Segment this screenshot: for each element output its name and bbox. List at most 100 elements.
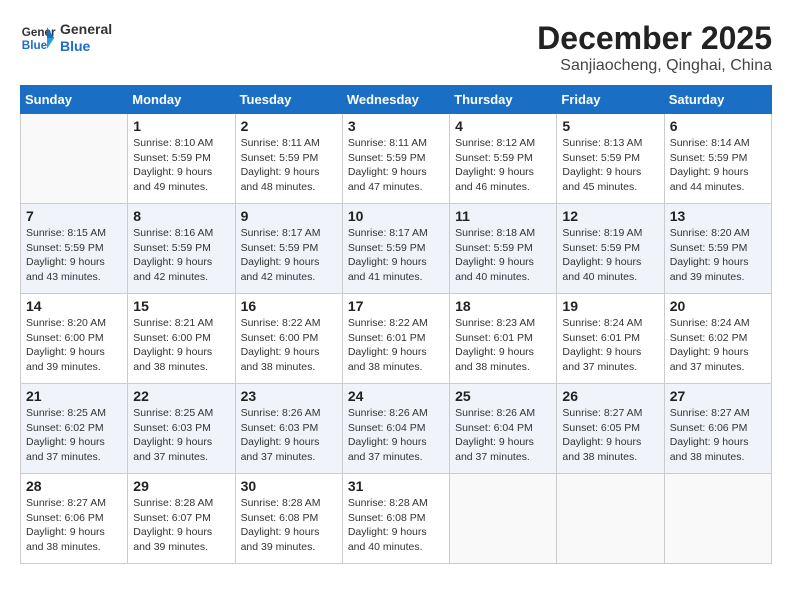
cell-day-number: 18 [455, 298, 551, 314]
cell-info: Sunrise: 8:20 AM Sunset: 6:00 PM Dayligh… [26, 316, 122, 375]
calendar-cell [450, 474, 557, 564]
calendar-cell: 6 Sunrise: 8:14 AM Sunset: 5:59 PM Daylig… [664, 114, 771, 204]
cell-info: Sunrise: 8:27 AM Sunset: 6:05 PM Dayligh… [562, 406, 658, 465]
cell-info: Sunrise: 8:12 AM Sunset: 5:59 PM Dayligh… [455, 136, 551, 195]
header-wednesday: Wednesday [342, 86, 449, 114]
calendar-cell: 17 Sunrise: 8:22 AM Sunset: 6:01 PM Dayli… [342, 294, 449, 384]
calendar-cell: 13 Sunrise: 8:20 AM Sunset: 5:59 PM Dayli… [664, 204, 771, 294]
cell-day-number: 6 [670, 118, 766, 134]
cell-day-number: 28 [26, 478, 122, 494]
cell-info: Sunrise: 8:28 AM Sunset: 6:07 PM Dayligh… [133, 496, 229, 555]
cell-info: Sunrise: 8:28 AM Sunset: 6:08 PM Dayligh… [348, 496, 444, 555]
cell-info: Sunrise: 8:25 AM Sunset: 6:02 PM Dayligh… [26, 406, 122, 465]
cell-day-number: 16 [241, 298, 337, 314]
week-row-5: 28Sunrise: 8:27 AM Sunset: 6:06 PM Dayli… [21, 474, 772, 564]
header-row: SundayMondayTuesdayWednesdayThursdayFrid… [21, 86, 772, 114]
week-row-2: 7 Sunrise: 8:15 AM Sunset: 5:59 PM Daylig… [21, 204, 772, 294]
cell-day-number: 17 [348, 298, 444, 314]
calendar-cell: 7 Sunrise: 8:15 AM Sunset: 5:59 PM Daylig… [21, 204, 128, 294]
calendar-cell: 26 Sunrise: 8:27 AM Sunset: 6:05 PM Dayli… [557, 384, 664, 474]
cell-day-number: 1 [133, 118, 229, 134]
calendar-cell: 24 Sunrise: 8:26 AM Sunset: 6:04 PM Dayli… [342, 384, 449, 474]
calendar-cell [21, 114, 128, 204]
cell-info: Sunrise: 8:11 AM Sunset: 5:59 PM Dayligh… [241, 136, 337, 195]
page-header: General Blue General Blue December 2025 … [20, 20, 772, 75]
calendar-cell: 10Sunrise: 8:17 AM Sunset: 5:59 PM Dayli… [342, 204, 449, 294]
cell-info: Sunrise: 8:19 AM Sunset: 5:59 PM Dayligh… [562, 226, 658, 285]
cell-info: Sunrise: 8:26 AM Sunset: 6:04 PM Dayligh… [455, 406, 551, 465]
cell-info: Sunrise: 8:24 AM Sunset: 6:02 PM Dayligh… [670, 316, 766, 375]
calendar-cell: 2 Sunrise: 8:11 AM Sunset: 5:59 PM Daylig… [235, 114, 342, 204]
calendar-cell: 4 Sunrise: 8:12 AM Sunset: 5:59 PM Daylig… [450, 114, 557, 204]
cell-day-number: 7 [26, 208, 122, 224]
cell-info: Sunrise: 8:26 AM Sunset: 6:04 PM Dayligh… [348, 406, 444, 465]
cell-info: Sunrise: 8:15 AM Sunset: 5:59 PM Dayligh… [26, 226, 122, 285]
calendar-cell: 1 Sunrise: 8:10 AM Sunset: 5:59 PM Daylig… [128, 114, 235, 204]
cell-day-number: 13 [670, 208, 766, 224]
header-sunday: Sunday [21, 86, 128, 114]
cell-day-number: 4 [455, 118, 551, 134]
calendar-cell: 22Sunrise: 8:25 AM Sunset: 6:03 PM Dayli… [128, 384, 235, 474]
cell-day-number: 14 [26, 298, 122, 314]
cell-info: Sunrise: 8:20 AM Sunset: 5:59 PM Dayligh… [670, 226, 766, 285]
main-title: December 2025 [537, 20, 772, 57]
cell-info: Sunrise: 8:18 AM Sunset: 5:59 PM Dayligh… [455, 226, 551, 285]
calendar-cell: 15 Sunrise: 8:21 AM Sunset: 6:00 PM Dayli… [128, 294, 235, 384]
cell-day-number: 15 [133, 298, 229, 314]
calendar-cell: 14 Sunrise: 8:20 AM Sunset: 6:00 PM Dayli… [21, 294, 128, 384]
week-row-4: 21Sunrise: 8:25 AM Sunset: 6:02 PM Dayli… [21, 384, 772, 474]
calendar-cell: 30Sunrise: 8:28 AM Sunset: 6:08 PM Dayli… [235, 474, 342, 564]
cell-day-number: 30 [241, 478, 337, 494]
calendar-cell: 12 Sunrise: 8:19 AM Sunset: 5:59 PM Dayli… [557, 204, 664, 294]
cell-info: Sunrise: 8:27 AM Sunset: 6:06 PM Dayligh… [670, 406, 766, 465]
cell-day-number: 10 [348, 208, 444, 224]
cell-day-number: 31 [348, 478, 444, 494]
calendar-cell: 19 Sunrise: 8:24 AM Sunset: 6:01 PM Dayli… [557, 294, 664, 384]
cell-info: Sunrise: 8:21 AM Sunset: 6:00 PM Dayligh… [133, 316, 229, 375]
calendar-cell: 31 Sunrise: 8:28 AM Sunset: 6:08 PM Dayli… [342, 474, 449, 564]
calendar-cell: 29 Sunrise: 8:28 AM Sunset: 6:07 PM Dayli… [128, 474, 235, 564]
cell-day-number: 2 [241, 118, 337, 134]
cell-info: Sunrise: 8:26 AM Sunset: 6:03 PM Dayligh… [241, 406, 337, 465]
calendar-cell: 21Sunrise: 8:25 AM Sunset: 6:02 PM Dayli… [21, 384, 128, 474]
calendar-cell: 28Sunrise: 8:27 AM Sunset: 6:06 PM Dayli… [21, 474, 128, 564]
calendar-cell: 27 Sunrise: 8:27 AM Sunset: 6:06 PM Dayli… [664, 384, 771, 474]
cell-day-number: 27 [670, 388, 766, 404]
week-row-3: 14 Sunrise: 8:20 AM Sunset: 6:00 PM Dayli… [21, 294, 772, 384]
cell-info: Sunrise: 8:22 AM Sunset: 6:01 PM Dayligh… [348, 316, 444, 375]
logo-line2: Blue [60, 38, 112, 55]
cell-day-number: 26 [562, 388, 658, 404]
title-section: December 2025 Sanjiaocheng, Qinghai, Chi… [537, 20, 772, 75]
calendar-cell [664, 474, 771, 564]
header-tuesday: Tuesday [235, 86, 342, 114]
cell-info: Sunrise: 8:25 AM Sunset: 6:03 PM Dayligh… [133, 406, 229, 465]
cell-info: Sunrise: 8:14 AM Sunset: 5:59 PM Dayligh… [670, 136, 766, 195]
logo: General Blue General Blue [20, 20, 112, 56]
cell-day-number: 24 [348, 388, 444, 404]
cell-info: Sunrise: 8:24 AM Sunset: 6:01 PM Dayligh… [562, 316, 658, 375]
cell-info: Sunrise: 8:16 AM Sunset: 5:59 PM Dayligh… [133, 226, 229, 285]
subtitle: Sanjiaocheng, Qinghai, China [537, 57, 772, 75]
calendar-cell [557, 474, 664, 564]
cell-day-number: 19 [562, 298, 658, 314]
cell-day-number: 29 [133, 478, 229, 494]
cell-day-number: 11 [455, 208, 551, 224]
calendar-cell: 20Sunrise: 8:24 AM Sunset: 6:02 PM Dayli… [664, 294, 771, 384]
calendar-cell: 25 Sunrise: 8:26 AM Sunset: 6:04 PM Dayli… [450, 384, 557, 474]
calendar-cell: 16Sunrise: 8:22 AM Sunset: 6:00 PM Dayli… [235, 294, 342, 384]
logo-icon: General Blue [20, 20, 56, 56]
cell-day-number: 5 [562, 118, 658, 134]
logo-line1: General [60, 21, 112, 38]
calendar-cell: 3Sunrise: 8:11 AM Sunset: 5:59 PM Daylig… [342, 114, 449, 204]
calendar-cell: 11 Sunrise: 8:18 AM Sunset: 5:59 PM Dayli… [450, 204, 557, 294]
header-friday: Friday [557, 86, 664, 114]
cell-info: Sunrise: 8:10 AM Sunset: 5:59 PM Dayligh… [133, 136, 229, 195]
calendar-cell: 5Sunrise: 8:13 AM Sunset: 5:59 PM Daylig… [557, 114, 664, 204]
cell-day-number: 25 [455, 388, 551, 404]
cell-info: Sunrise: 8:11 AM Sunset: 5:59 PM Dayligh… [348, 136, 444, 195]
cell-day-number: 23 [241, 388, 337, 404]
header-monday: Monday [128, 86, 235, 114]
cell-day-number: 12 [562, 208, 658, 224]
calendar-cell: 8Sunrise: 8:16 AM Sunset: 5:59 PM Daylig… [128, 204, 235, 294]
calendar-cell: 9Sunrise: 8:17 AM Sunset: 5:59 PM Daylig… [235, 204, 342, 294]
